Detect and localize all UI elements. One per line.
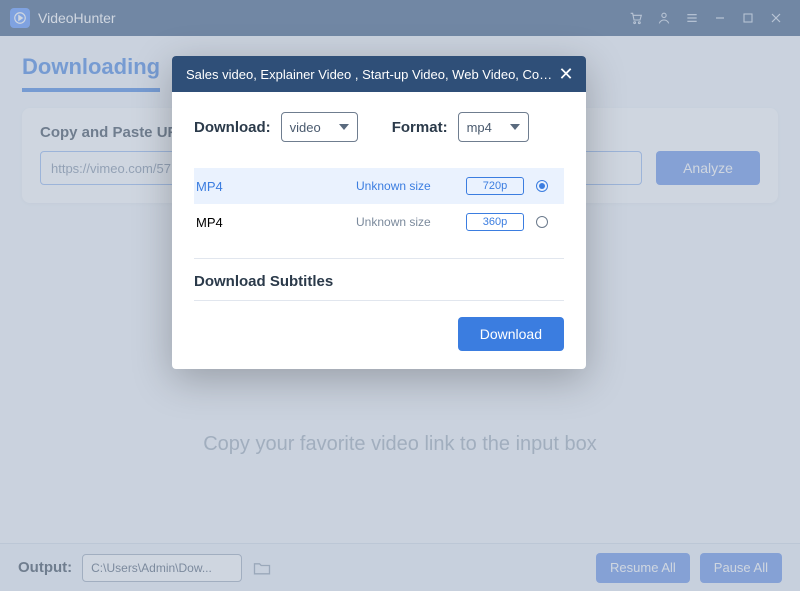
option-size: Unknown size <box>356 215 466 229</box>
download-type-value: video <box>290 120 321 135</box>
download-type-label: Download: <box>194 119 271 136</box>
option-quality-badge: 720p <box>466 177 524 195</box>
option-size: Unknown size <box>356 179 466 193</box>
option-quality-badge: 360p <box>466 213 524 231</box>
download-type-select[interactable]: video <box>281 112 358 142</box>
download-modal: Sales video, Explainer Video , Start-up … <box>172 56 586 369</box>
option-format: MP4 <box>196 215 356 230</box>
format-label: Format: <box>392 119 448 136</box>
chevron-down-icon <box>510 124 520 130</box>
quality-option-row[interactable]: MP4 Unknown size 720p <box>194 168 564 204</box>
option-format: MP4 <box>196 179 356 194</box>
format-select[interactable]: mp4 <box>458 112 529 142</box>
subtitles-label: Download Subtitles <box>194 273 564 290</box>
option-radio[interactable] <box>536 180 548 192</box>
chevron-down-icon <box>339 124 349 130</box>
modal-title: Sales video, Explainer Video , Start-up … <box>186 67 556 82</box>
option-radio[interactable] <box>536 216 548 228</box>
download-button[interactable]: Download <box>458 317 564 351</box>
modal-close-icon[interactable]: ✕ <box>556 64 576 84</box>
format-value: mp4 <box>467 120 492 135</box>
modal-header: Sales video, Explainer Video , Start-up … <box>172 56 586 92</box>
quality-option-row[interactable]: MP4 Unknown size 360p <box>194 204 564 240</box>
